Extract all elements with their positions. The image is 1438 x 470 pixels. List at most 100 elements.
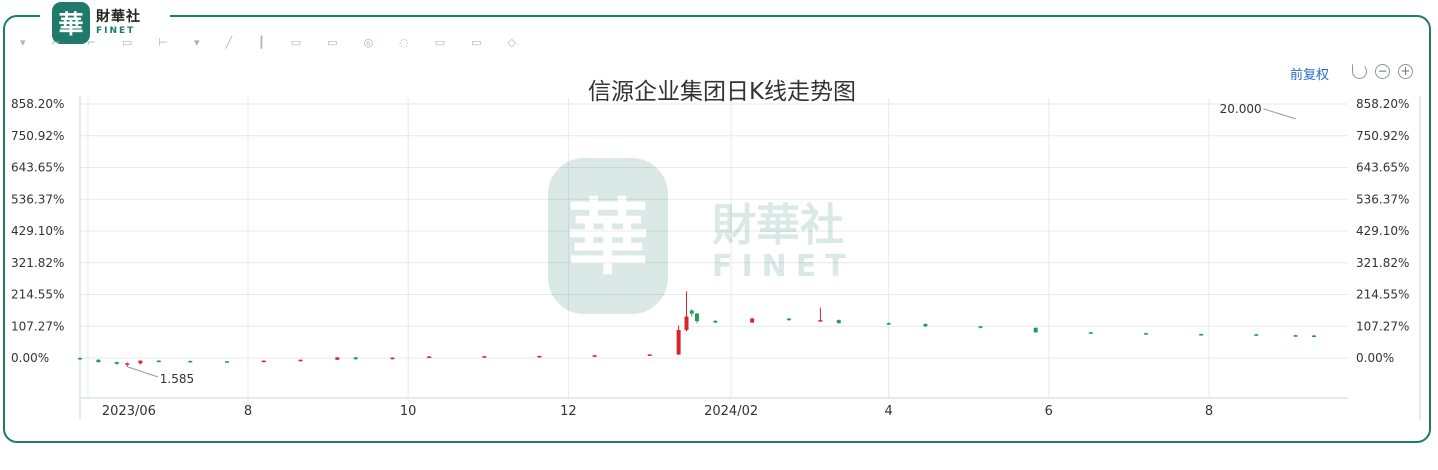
candle [676,325,681,356]
y-tick-label-right: 321.82% [1356,256,1409,270]
candle [1312,334,1316,338]
candle-body [138,360,143,364]
candle-body [427,356,432,359]
candle-body [786,318,791,321]
y-tick-label-right: 429.10% [1356,224,1409,238]
candle-body [225,361,230,363]
candle [684,291,689,332]
candle-body [886,323,891,325]
y-tick-label-right: 107.27% [1356,319,1409,333]
annotation-label: 1.585 [160,372,194,386]
candle [427,356,432,359]
candle-body [78,358,82,360]
candle-body [1088,332,1093,334]
candles [78,291,1316,367]
candle-body [647,354,652,356]
y-tick-label-left: 536.37% [11,192,64,206]
candle-body [261,360,266,363]
finet-watermark: 華 財華社 FINET [548,158,855,314]
candle [390,357,395,360]
watermark-mark: 華 [567,190,649,286]
y-tick-label-left: 643.65% [11,161,64,175]
annotation-label: 20.000 [1220,102,1262,116]
candle [537,355,542,358]
watermark-name-cn: 財華社 [712,200,844,251]
candle [1143,332,1148,335]
candle-body [114,362,119,364]
candle-body [695,313,699,322]
candle-body [978,326,983,328]
x-tick-label: 8 [244,404,252,419]
candle-body [676,329,681,355]
candle [886,322,891,325]
candle [1088,331,1093,334]
candle [592,355,597,357]
y-tick-label-right: 214.55% [1356,288,1409,302]
y-tick-label-left: 214.55% [11,288,64,302]
x-tick-label: 6 [1045,404,1053,419]
candle-body [713,321,718,323]
candle-body [125,363,130,365]
candle [298,359,303,362]
y-tick-label-left: 321.82% [11,256,64,270]
candle [713,320,718,324]
candle [114,361,119,365]
x-tick-label: 2024/02 [704,404,758,419]
candle-body [390,357,395,360]
candle-body [1033,327,1038,333]
x-tick-label: 8 [1205,404,1213,419]
y-tick-label-right: 0.00% [1356,351,1394,365]
candle [156,360,161,363]
candle-body [836,320,841,324]
candle [818,307,823,322]
candle [1199,333,1204,336]
candle [647,354,652,356]
x-tick-label: 2023/06 [102,404,156,419]
candle [786,318,791,321]
x-tick-label: 10 [400,404,417,419]
candle [335,357,340,361]
y-tick-label-right: 858.20% [1356,97,1409,111]
y-tick-label-right: 643.65% [1356,161,1409,175]
candle-body [96,359,101,363]
candlestick-chart[interactable]: 華 財華社 FINET 信源企业集团日K线走势图 858.20% 750.92% 6… [0,0,1438,470]
chart-title: 信源企业集团日K线走势图 [588,79,856,105]
candle-body [156,360,161,363]
price-annotation: 1.585 [127,366,194,386]
candle-body [188,360,193,363]
candle [978,326,983,329]
y-tick-label-left: 858.20% [11,97,64,111]
candle-body [298,359,303,362]
candle [1033,327,1038,333]
candle-body [592,355,597,357]
candle-body [1143,333,1148,335]
candle [261,360,266,363]
candle-body [684,316,689,330]
candle [1293,334,1298,337]
candle [125,362,130,367]
candle-body [1293,335,1298,337]
candle [188,360,193,363]
y-tick-label-left: 0.00% [11,351,49,365]
candle [353,356,358,360]
x-tick-label: 4 [885,404,893,419]
y-tick-label-left: 429.10% [11,224,64,238]
candle [750,317,755,324]
candle [96,359,101,363]
y-tick-label-left: 750.92% [11,129,64,143]
y-tick-label-right: 750.92% [1356,129,1409,143]
candle [138,360,143,365]
y-axis-left: 858.20% 750.92% 643.65% 536.37% 429.10% 321.8… [11,97,64,365]
candle [689,309,694,317]
candle-body [482,356,487,358]
candle-body [1199,334,1204,336]
candle-body [923,323,928,327]
candle [225,360,230,363]
candle-body [689,310,694,314]
candle-body [335,357,340,360]
candle [482,355,487,358]
watermark-name-en: FINET [712,249,855,284]
x-tick-label: 12 [560,404,577,419]
candle [836,319,841,324]
candle-body [750,318,755,323]
